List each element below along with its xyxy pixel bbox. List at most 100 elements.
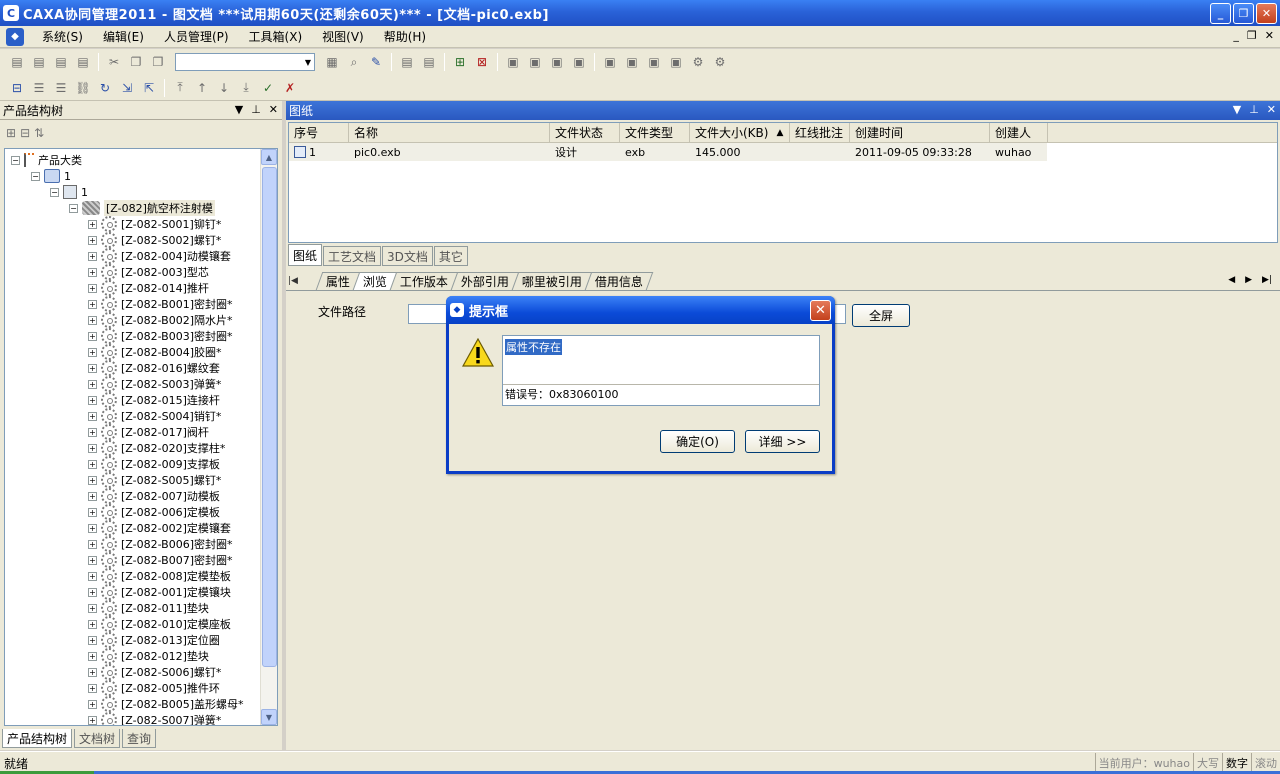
close-icon[interactable]: ✕ [1267,103,1276,116]
tree-part-item[interactable]: + [Z-082-B001]密封圈* [88,296,233,312]
tree-part-item[interactable]: + [Z-082-006]定模板 [88,504,220,520]
scroll-up-icon[interactable]: ▲ [261,149,277,165]
expand-icon[interactable]: + [88,267,97,277]
add-document-icon[interactable]: ⊞ [450,52,470,72]
expand-icon[interactable]: + [88,475,97,485]
close-icon[interactable]: ✕ [269,103,278,116]
expand-icon[interactable]: + [88,539,97,549]
open-icon[interactable]: ▤ [29,52,49,72]
pin-icon[interactable]: ⊥ [251,103,261,116]
tree-part-item[interactable]: + [Z-082-S002]螺钉* [88,232,221,248]
menu-system[interactable]: 系统(S) [32,28,93,45]
expand-icon[interactable]: + [88,571,97,581]
tree-part-item[interactable]: + [Z-082-007]动模板 [88,488,220,504]
tab-query[interactable]: 查询 [122,729,157,748]
prev-tab-icon[interactable]: ◀ [1228,275,1235,285]
expand-icon[interactable]: + [88,715,97,725]
expand-icon[interactable]: + [88,315,97,325]
expand-icon[interactable]: + [88,459,97,469]
menu-help[interactable]: 帮助(H) [374,28,436,45]
chevron-down-icon[interactable]: ▼ [302,54,314,70]
expand-icon[interactable]: + [88,347,97,357]
dialog-title-bar[interactable]: ◆ 提示框 ✕ [446,296,835,324]
collapse-icon[interactable]: − [31,171,40,181]
dropdown-icon[interactable]: ▼ [235,103,243,116]
expand-icon[interactable]: + [88,667,97,677]
tool-c-icon[interactable]: ▣ [547,52,567,72]
column-header[interactable]: 名称 [349,123,550,142]
expand-icon[interactable]: + [88,699,97,709]
mdi-restore-button[interactable]: ❐ [1247,29,1257,42]
tool-b-icon[interactable]: ▣ [525,52,545,72]
expand-icon[interactable]: + [88,251,97,261]
menu-toolbox[interactable]: 工具箱(X) [239,28,313,45]
tool-g-icon[interactable]: ▣ [644,52,664,72]
column-header-size[interactable]: 文件大小(KB) ▲ [690,123,790,142]
gear-icon[interactable]: ⚙ [710,52,730,72]
expand-all-icon[interactable]: ⊞ [6,126,16,140]
tree-part-item[interactable]: + [Z-082-001]定模镶块 [88,584,231,600]
tab-product-tree[interactable]: 产品结构树 [2,729,73,748]
tree-node[interactable]: − 1 [50,184,88,200]
tree-part-item[interactable]: + [Z-082-B004]胶圈* [88,344,222,360]
restore-button[interactable]: ❐ [1233,3,1254,24]
column-header[interactable]: 创建时间 [850,123,990,142]
tree-part-item[interactable]: + [Z-082-002]定模镶套 [88,520,231,536]
expand-icon[interactable]: + [88,603,97,613]
properties-icon[interactable]: ▦ [322,52,342,72]
tab-where-used[interactable]: 哪里被引用 [511,271,593,290]
move-bottom-icon[interactable]: ⤓ [236,78,256,98]
expand-icon[interactable]: + [88,491,97,501]
tree-part-item[interactable]: + [Z-082-S003]弹簧* [88,376,221,392]
tool-a-icon[interactable]: ▣ [503,52,523,72]
refresh-icon[interactable]: ↻ [95,78,115,98]
tree-part-item[interactable]: + [Z-082-009]支撑板 [88,456,220,472]
tool-e-icon[interactable]: ▣ [600,52,620,72]
close-button[interactable]: ✕ [1256,3,1277,24]
cut-icon[interactable]: ✂ [104,52,124,72]
tree-part-item[interactable]: + [Z-082-B002]隔水片* [88,312,233,328]
tree-part-item[interactable]: + [Z-082-010]定模座板 [88,616,231,632]
product-tree[interactable]: − 产品大类 − 1 − 1 − [Z-082]航空杯注射模 + [Z-082-S… [4,148,278,726]
tree-part-item[interactable]: + [Z-082-B005]盖形螺母* [88,696,244,712]
menu-view[interactable]: 视图(V) [312,28,374,45]
expand-icon[interactable]: + [88,331,97,341]
expand-icon[interactable]: + [88,507,97,517]
expand-icon[interactable]: + [88,683,97,693]
paste-icon[interactable]: ❐ [148,52,168,72]
expand-icon[interactable]: + [88,379,97,389]
move-down-icon[interactable]: ↓ [214,78,234,98]
save-icon[interactable]: ▤ [51,52,71,72]
move-top-icon[interactable]: ⤒ [170,78,190,98]
tree-assembly[interactable]: − [Z-082]航空杯注射模 [69,200,215,216]
expand-icon[interactable]: + [88,555,97,565]
tree-node[interactable]: − 1 [31,168,71,184]
expand-icon[interactable]: + [88,523,97,533]
tree-part-item[interactable]: + [Z-082-S004]销钉* [88,408,221,424]
tree-part-item[interactable]: + [Z-082-B003]密封圈* [88,328,233,344]
tab-other[interactable]: 其它 [433,246,468,266]
tree-part-item[interactable]: + [Z-082-014]推杆 [88,280,209,296]
minimize-button[interactable]: _ [1210,3,1231,24]
scroll-thumb[interactable] [262,167,277,667]
column-header[interactable]: 创建人 [990,123,1048,142]
annotate-icon[interactable]: ✎ [366,52,386,72]
tab-working-version[interactable]: 工作版本 [389,271,459,290]
structure-icon[interactable]: ⊟ [7,78,27,98]
expand-icon[interactable]: + [88,411,97,421]
toolbar-combo[interactable]: ▼ [175,53,315,71]
tree-part-item[interactable]: + [Z-082-B006]密封圈* [88,536,233,552]
dropdown-icon[interactable]: ▼ [1233,103,1241,116]
tree-part-item[interactable]: + [Z-082-016]螺纹套 [88,360,220,376]
uncheck-icon[interactable]: ✗ [280,78,300,98]
tree-part-item[interactable]: + [Z-082-005]推件环 [88,680,220,696]
tool-d-icon[interactable]: ▣ [569,52,589,72]
expand-icon[interactable]: + [88,283,97,293]
column-header[interactable]: 红线批注 [790,123,850,142]
save-all-icon[interactable]: ▤ [73,52,93,72]
column-header[interactable]: 文件类型 [620,123,690,142]
tree-part-item[interactable]: + [Z-082-015]连接杆 [88,392,220,408]
expand-icon[interactable]: + [88,443,97,453]
tree-root[interactable]: − 产品大类 [11,152,82,168]
tree-part-item[interactable]: + [Z-082-S006]螺钉* [88,664,221,680]
